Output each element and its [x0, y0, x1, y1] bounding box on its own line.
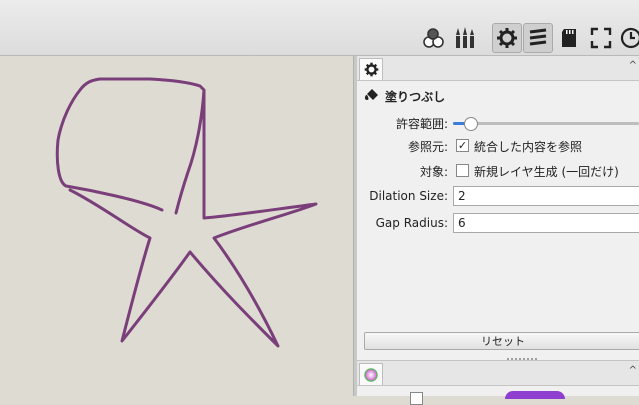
clock-icon[interactable] [617, 24, 639, 52]
reference-checkbox[interactable]: ✓ [456, 139, 469, 152]
color-panel-tabbar: ^ [357, 360, 639, 386]
collapse-up-icon-2[interactable]: ^ [629, 365, 637, 376]
tool-settings-panel: ^ 塗りつぶし 許容範囲: 参照元: ✓ 統合した内容を参照 対象: 新規レイヤ… [357, 56, 639, 405]
gap-label: Gap Radius: [375, 216, 448, 230]
tool-settings-icon[interactable] [492, 23, 522, 53]
dilation-size-field[interactable]: 2 [453, 186, 639, 206]
tolerance-row: 許容範囲: [357, 112, 639, 134]
collapse-up-icon[interactable]: ^ [629, 60, 637, 71]
brushes-icon[interactable] [451, 24, 479, 52]
color-panel-checkbox[interactable] [410, 392, 423, 405]
gear-icon[interactable] [359, 58, 383, 80]
reset-button[interactable]: リセット [364, 332, 639, 350]
color-wheel-icon[interactable] [359, 363, 383, 385]
target-option-label[interactable]: 新規レイヤ生成 (一回だけ) [474, 163, 619, 180]
stroke-path [55, 77, 318, 348]
target-checkbox[interactable] [456, 164, 469, 177]
reference-option-label[interactable]: 統合した内容を参照 [474, 138, 582, 155]
reference-label: 参照元: [407, 140, 448, 154]
star-drawing [55, 77, 318, 348]
tolerance-slider[interactable] [453, 117, 639, 131]
tool-list-icon[interactable] [523, 23, 553, 53]
gap-radius-field[interactable]: 6 [453, 213, 639, 233]
target-row: 対象: 新規レイヤ生成 (一回だけ) [357, 160, 639, 182]
tool-title: 塗りつぶし [364, 87, 445, 106]
tolerance-label: 許容範囲: [395, 117, 448, 131]
gap-row: Gap Radius: 6 [357, 213, 639, 235]
paint-bucket-icon [364, 87, 380, 106]
dilation-row: Dilation Size: 2 [357, 186, 639, 208]
sd-card-icon[interactable] [556, 24, 584, 52]
dilation-label: Dilation Size: [369, 189, 448, 203]
color-preview-swatch [505, 391, 565, 399]
fullscreen-icon[interactable] [587, 24, 615, 52]
tool-name: 塗りつぶし [385, 90, 446, 104]
target-label: 対象: [419, 165, 448, 179]
top-toolbar [0, 0, 639, 56]
drawing-canvas[interactable] [0, 56, 353, 396]
tool-panel-tabbar: ^ [357, 56, 639, 81]
reference-row: 参照元: ✓ 統合した内容を参照 [357, 135, 639, 157]
tolerance-slider-knob[interactable] [463, 117, 478, 131]
layers-icon[interactable] [419, 24, 447, 52]
